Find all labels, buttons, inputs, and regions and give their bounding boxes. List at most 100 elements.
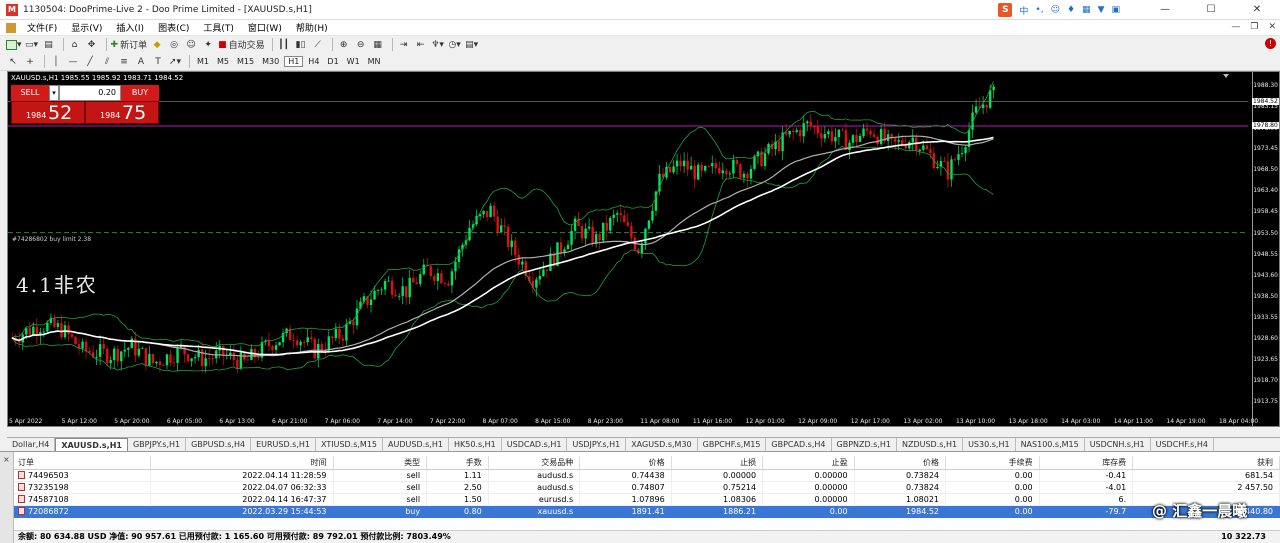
column-header[interactable]: 交易品种 <box>488 456 581 470</box>
punctuation-icon[interactable]: •, <box>1035 5 1043 15</box>
mdi-minimize-button[interactable]: — <box>1231 22 1240 32</box>
emoji-icon[interactable]: ☺ <box>1051 5 1060 15</box>
chart-tab[interactable]: GBPCAD.s,H4 <box>766 438 832 451</box>
timeframe-m15[interactable]: M15 <box>234 57 257 66</box>
chart-tab[interactable]: EURUSD.s,H1 <box>251 438 316 451</box>
metaeditor-icon[interactable]: ◆ <box>150 38 164 52</box>
order-row[interactable]: 73235198 2022.04.07 06:32:33 sell 2.50 audus… <box>14 481 1280 494</box>
ask-price[interactable]: 1984 75 <box>85 101 159 124</box>
cursor-icon[interactable]: ↖ <box>6 55 20 69</box>
new-order-button[interactable]: ✚ 新订单 <box>111 38 148 52</box>
chart-tab[interactable]: NZDUSD.s,H1 <box>897 438 964 451</box>
keyboard-icon[interactable]: ▦ <box>1082 5 1091 15</box>
crosshair-button[interactable]: ✥ <box>85 38 99 52</box>
timeframe-mn[interactable]: MN <box>365 57 384 66</box>
menu-tools[interactable]: 工具(T) <box>196 21 241 34</box>
menu-window[interactable]: 窗口(W) <box>241 21 289 34</box>
horizontal-line-icon[interactable]: — <box>66 55 80 69</box>
order-row[interactable]: 72086872 2022.03.29 15:44:53 buy 0.80 xauusd… <box>14 505 1280 518</box>
market-watch-button[interactable]: ▤ <box>42 38 56 52</box>
fibonacci-icon[interactable]: ≡ <box>117 55 131 69</box>
chart-tab[interactable]: AUDUSD.s,H1 <box>383 438 449 451</box>
chart-tab[interactable]: HK50.s,H1 <box>449 438 502 451</box>
column-header[interactable]: 库存费 <box>1039 456 1134 470</box>
column-header[interactable]: 手续费 <box>945 456 1040 470</box>
chart-tab[interactable]: USDCNH.s,H1 <box>1085 438 1151 451</box>
chart-tab[interactable]: GBPUSD.s,H4 <box>186 438 252 451</box>
chart-doc-icon[interactable] <box>6 22 16 33</box>
chart-tab[interactable]: Dollar,H4 <box>7 438 56 451</box>
candlestick-button[interactable]: ▮▯ <box>294 38 308 52</box>
skin-icon[interactable]: ▼ <box>1098 5 1105 15</box>
column-header[interactable]: 获利 <box>1132 456 1280 470</box>
chart-tab[interactable]: USDCHF.s,H4 <box>1151 438 1214 451</box>
ime-lang[interactable]: 中 <box>1019 4 1028 17</box>
chart-tab[interactable]: GBPCHF.s,M15 <box>698 438 767 451</box>
apps-icon[interactable]: ▣ <box>1111 5 1120 15</box>
zoom-out-icon[interactable]: ⊖ <box>354 38 368 52</box>
order-row[interactable]: 74496503 2022.04.14 11:28:59 sell 1.11 audus… <box>14 469 1280 482</box>
price-chart[interactable] <box>8 72 1253 427</box>
auto-trading-button[interactable]: ■ 自动交易 <box>218 38 265 52</box>
timeframe-m30[interactable]: M30 <box>259 57 282 66</box>
lot-size-input[interactable]: 0.20 <box>59 85 121 101</box>
mic-icon[interactable]: ♦ <box>1067 5 1075 15</box>
channel-icon[interactable]: ⫽ <box>100 55 114 69</box>
minimize-button[interactable]: — <box>1142 0 1188 20</box>
chart-tab[interactable]: GBPJPY.s,H1 <box>128 438 187 451</box>
bar-chart-button[interactable]: ┃┃ <box>277 38 291 52</box>
sogou-icon[interactable]: S <box>998 3 1013 17</box>
signals-icon[interactable]: ◎ <box>167 38 181 52</box>
line-chart-button[interactable]: ⟋ <box>311 38 325 52</box>
chart-shift-icon[interactable]: ⇤ <box>414 38 428 52</box>
timeframe-d1[interactable]: D1 <box>324 57 341 66</box>
sell-button[interactable]: SELL <box>11 85 49 101</box>
crosshair-tool-icon[interactable]: + <box>23 55 37 69</box>
menu-charts[interactable]: 图表(C) <box>151 21 196 34</box>
timeframe-h1[interactable]: H1 <box>284 56 304 67</box>
zoom-in-icon[interactable]: ⊕ <box>337 38 351 52</box>
column-header[interactable]: 止损 <box>671 456 764 470</box>
gift-icon[interactable]: ✦ <box>201 38 215 52</box>
column-header[interactable]: 订单 <box>14 456 151 470</box>
column-header[interactable]: 止盈 <box>762 456 855 470</box>
menu-help[interactable]: 帮助(H) <box>289 21 335 34</box>
timeframe-m1[interactable]: M1 <box>194 57 212 66</box>
bid-price[interactable]: 1984 52 <box>11 101 85 124</box>
autoscroll-icon[interactable]: ⇥ <box>397 38 411 52</box>
price-axis[interactable]: 1988.301983.151978.001973.451968.501963.… <box>1252 72 1279 426</box>
column-header[interactable]: 价格 <box>854 456 947 470</box>
chart-tab[interactable]: XAUUSD.s,H1 <box>55 438 128 451</box>
menu-file[interactable]: 文件(F) <box>20 21 64 34</box>
profiles-button[interactable]: ▭▾ <box>25 38 39 52</box>
menu-view[interactable]: 显示(V) <box>64 21 109 34</box>
chart-window[interactable]: XAUUSD.s,H1 1985.55 1985.92 1983.71 1984… <box>7 71 1280 427</box>
terminal-close-icon[interactable]: × <box>3 455 10 464</box>
ime-toolbar[interactable]: S 中 •, ☺ ♦ ▦ ▼ ▣ <box>998 3 1120 17</box>
chart-tab[interactable]: USDCAD.s,H1 <box>502 438 568 451</box>
new-chart-button[interactable]: ▾ <box>6 38 22 52</box>
chart-tab[interactable]: XTIUSD.s,M15 <box>316 438 384 451</box>
trendline-icon[interactable]: ╱ <box>83 55 97 69</box>
chart-tab[interactable]: XAGUSD.s,M30 <box>626 438 698 451</box>
navigator-button[interactable]: ⌂ <box>68 38 82 52</box>
mdi-close-button[interactable]: ✕ <box>1268 22 1276 32</box>
vertical-line-icon[interactable]: │ <box>49 55 63 69</box>
chart-tab[interactable]: NAS100.s,M15 <box>1016 438 1085 451</box>
column-header[interactable]: 价格 <box>579 456 672 470</box>
user-icon[interactable]: ☺ <box>184 38 198 52</box>
close-button[interactable]: ✕ <box>1234 0 1280 20</box>
notification-icon[interactable]: ! <box>1265 38 1276 49</box>
arrows-icon[interactable]: ➚▾ <box>168 55 182 69</box>
mdi-restore-button[interactable]: ❐ <box>1250 22 1258 32</box>
indicators-button[interactable]: ♆▾ <box>431 38 445 52</box>
tile-windows-icon[interactable]: ▦ <box>371 38 385 52</box>
lot-dropdown-icon[interactable]: ▾ <box>49 85 59 101</box>
column-header[interactable]: 时间 <box>150 456 334 470</box>
column-header[interactable]: 手数 <box>426 456 489 470</box>
maximize-button[interactable]: ☐ <box>1188 0 1234 20</box>
timeframe-m5[interactable]: M5 <box>214 57 232 66</box>
timeframe-h4[interactable]: H4 <box>305 57 322 66</box>
menu-insert[interactable]: 插入(I) <box>109 21 151 34</box>
timeframe-w1[interactable]: W1 <box>344 57 363 66</box>
